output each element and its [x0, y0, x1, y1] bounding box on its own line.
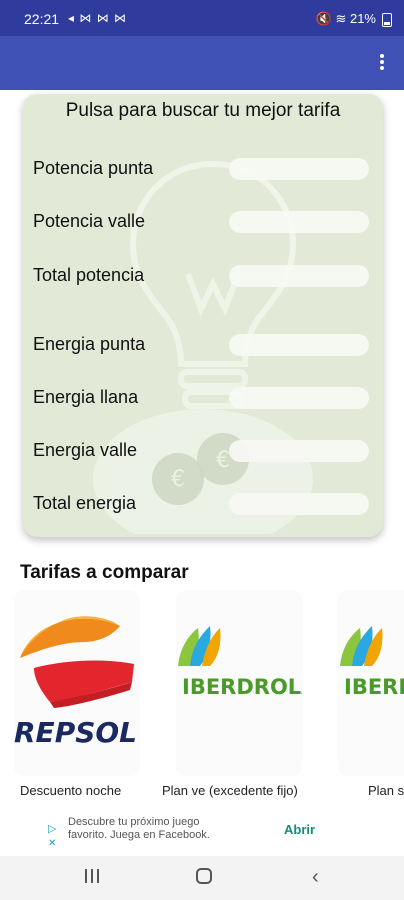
- energia-punta-field[interactable]: [229, 334, 369, 356]
- svg-text:€: €: [216, 448, 230, 473]
- tariff-caption-2: Plan ve (excedente fijo): [162, 783, 298, 798]
- ad-choices-icon[interactable]: ▷: [48, 822, 56, 835]
- home-icon[interactable]: [196, 868, 212, 884]
- iberdrola-logo: IBERDROLA: [178, 626, 318, 699]
- overflow-menu-icon[interactable]: [374, 52, 390, 74]
- status-bar: 22:21 ◂ ⋈ ⋈ ⋈ 🔇 ≋ 21%: [0, 0, 404, 36]
- energia-llana-field[interactable]: [229, 387, 369, 409]
- tariff-card-iberdrola-2[interactable]: IBERDROLA: [338, 590, 404, 776]
- potencia-punta-field[interactable]: [229, 158, 369, 180]
- iberdrola-wordmark: IBERDROLA: [182, 675, 302, 699]
- ad-open-button[interactable]: Abrir: [284, 822, 315, 837]
- potencia-valle-field[interactable]: [229, 211, 369, 233]
- tariff-card-repsol[interactable]: REPSOL: [14, 590, 140, 776]
- back-icon[interactable]: ‹: [312, 866, 319, 889]
- ad-close-icon[interactable]: ✕: [48, 838, 56, 849]
- tariff-caption-1: Descuento noche: [20, 783, 122, 798]
- label-potencia-valle: Potencia valle: [33, 211, 146, 231]
- energia-valle-field[interactable]: [229, 440, 369, 462]
- tariff-card-iberdrola-1[interactable]: IBERDROLA: [176, 590, 318, 776]
- battery-icon: [382, 13, 392, 27]
- iberdrola-wordmark: IBERDROLA: [344, 675, 404, 699]
- repsol-logo: REPSOL: [14, 616, 137, 749]
- label-energia-llana: Energia llana: [33, 387, 139, 407]
- section-title: Tarifas a comparar: [20, 562, 189, 583]
- ad-banner[interactable]: ▷ ✕ Descubre tu próximo juego favorito. …: [44, 808, 360, 854]
- svg-text:€: €: [171, 467, 185, 492]
- status-right-indicators: 🔇 ≋ 21%: [315, 11, 376, 26]
- tariff-search-card[interactable]: € € Pulsa para buscar tu mejor tarifa Po…: [23, 94, 383, 537]
- tariff-caption-3: Plan s: [368, 783, 404, 798]
- system-nav-bar: ‹: [0, 856, 404, 900]
- ad-text: Descubre tu próximo juego favorito. Jueg…: [68, 816, 210, 841]
- label-energia-punta: Energia punta: [33, 334, 146, 354]
- label-total-potencia: Total potencia: [33, 265, 145, 285]
- label-total-energia: Total energia: [33, 493, 137, 513]
- card-title: Pulsa para buscar tu mejor tarifa: [65, 100, 341, 121]
- total-energia-field[interactable]: [229, 493, 369, 515]
- notification-icons: ◂ ⋈ ⋈ ⋈: [68, 11, 128, 25]
- label-potencia-punta: Potencia punta: [33, 158, 154, 178]
- status-time: 22:21: [24, 11, 60, 27]
- repsol-wordmark: REPSOL: [14, 716, 137, 749]
- total-potencia-field[interactable]: [229, 265, 369, 287]
- iberdrola-logo: IBERDROLA: [340, 626, 404, 699]
- label-energia-valle: Energia valle: [33, 440, 138, 460]
- app-bar: [0, 36, 404, 90]
- recents-icon[interactable]: [84, 869, 100, 883]
